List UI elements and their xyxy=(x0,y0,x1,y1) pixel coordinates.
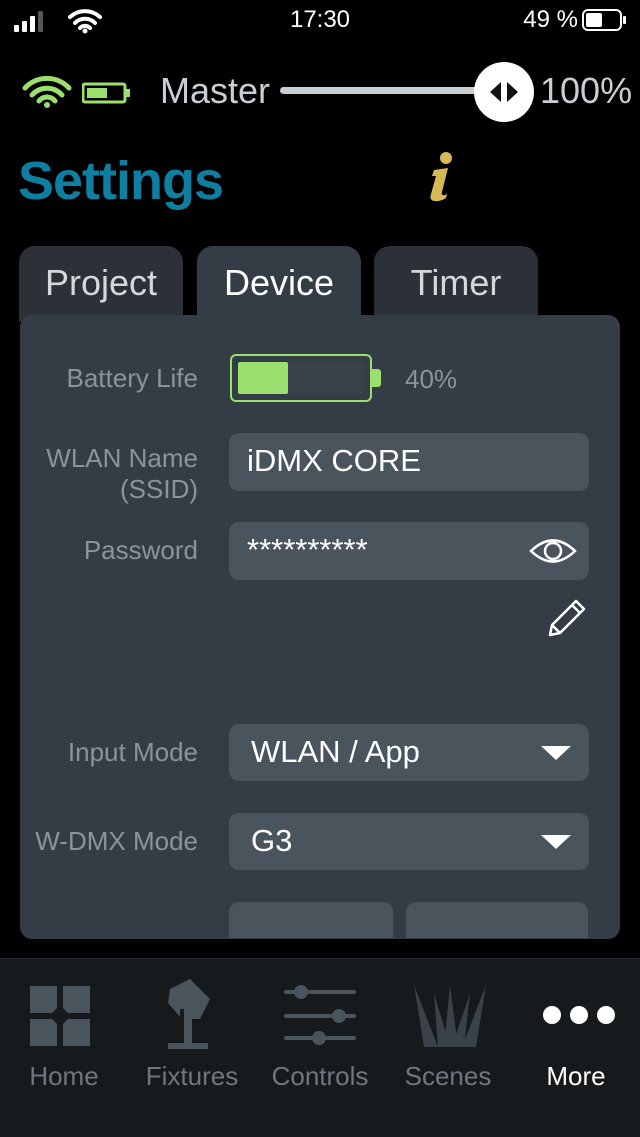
home-icon xyxy=(30,986,90,1046)
input-mode-value: WLAN / App xyxy=(251,734,420,769)
nav-controls-label: Controls xyxy=(271,1061,369,1091)
master-label: Master xyxy=(160,70,271,111)
status-battery-icon xyxy=(582,9,626,31)
nav-more-label: More xyxy=(546,1061,606,1091)
wlan-name-field[interactable]: iDMX CORE xyxy=(229,433,589,491)
chevron-down-icon xyxy=(541,835,571,849)
input-mode-label: Input Mode xyxy=(67,737,198,767)
wlan-name-value: iDMX CORE xyxy=(247,443,421,478)
nav-scenes[interactable]: Scenes xyxy=(384,959,512,1099)
fixture-icon xyxy=(168,979,210,1049)
nav-fixtures[interactable]: Fixtures xyxy=(128,959,256,1099)
page-title: Settings xyxy=(18,151,224,211)
device-battery-icon xyxy=(82,82,130,104)
edit-pencil-icon[interactable] xyxy=(544,595,590,641)
nav-fixtures-label: Fixtures xyxy=(145,1061,239,1091)
wlan-name-label: WLAN Name (SSID) xyxy=(46,443,198,504)
wdmx-mode-value: G3 xyxy=(251,823,293,858)
tab-timer[interactable]: Timer xyxy=(374,246,538,322)
nav-scenes-label: Scenes xyxy=(404,1061,492,1091)
wifi-connection-icon xyxy=(22,76,72,108)
sliders-icon xyxy=(284,985,356,1045)
battery-percent: 40% xyxy=(405,364,458,394)
drag-arrows-icon xyxy=(490,82,518,102)
input-mode-select[interactable]: WLAN / App xyxy=(229,724,589,781)
scenes-icon xyxy=(414,985,486,1047)
master-slider-thumb[interactable] xyxy=(474,62,534,122)
more-icon xyxy=(543,1006,615,1024)
wdmx-mode-label: W-DMX Mode xyxy=(35,826,198,856)
nav-controls[interactable]: Controls xyxy=(256,959,384,1099)
nav-more[interactable]: More xyxy=(512,959,640,1099)
password-value: ********** xyxy=(247,532,368,567)
eye-icon[interactable] xyxy=(529,536,577,566)
nav-home-label: Home xyxy=(29,1061,99,1091)
bottom-tab-bar: Home Fixtures Controls Scenes More xyxy=(0,958,640,1137)
tab-project[interactable]: Project xyxy=(19,246,183,322)
info-icon[interactable] xyxy=(420,150,460,206)
option-button-right[interactable] xyxy=(406,902,588,938)
battery-life-label: Battery Life xyxy=(66,363,198,393)
password-field[interactable]: ********** xyxy=(229,522,589,580)
status-bar: 17:30 49 % xyxy=(0,0,640,44)
battery-meter xyxy=(230,354,372,402)
next-row-clipped xyxy=(20,900,620,938)
nav-home[interactable]: Home xyxy=(0,959,128,1099)
chevron-down-icon xyxy=(541,746,571,760)
wdmx-mode-select[interactable]: G3 xyxy=(229,813,589,870)
battery-meter-cap xyxy=(372,369,381,387)
status-battery-percent: 49 % xyxy=(523,6,578,33)
option-button-left[interactable] xyxy=(229,902,393,938)
tab-device[interactable]: Device xyxy=(197,246,361,322)
password-label: Password xyxy=(83,535,198,565)
master-value: 100% xyxy=(540,70,633,111)
